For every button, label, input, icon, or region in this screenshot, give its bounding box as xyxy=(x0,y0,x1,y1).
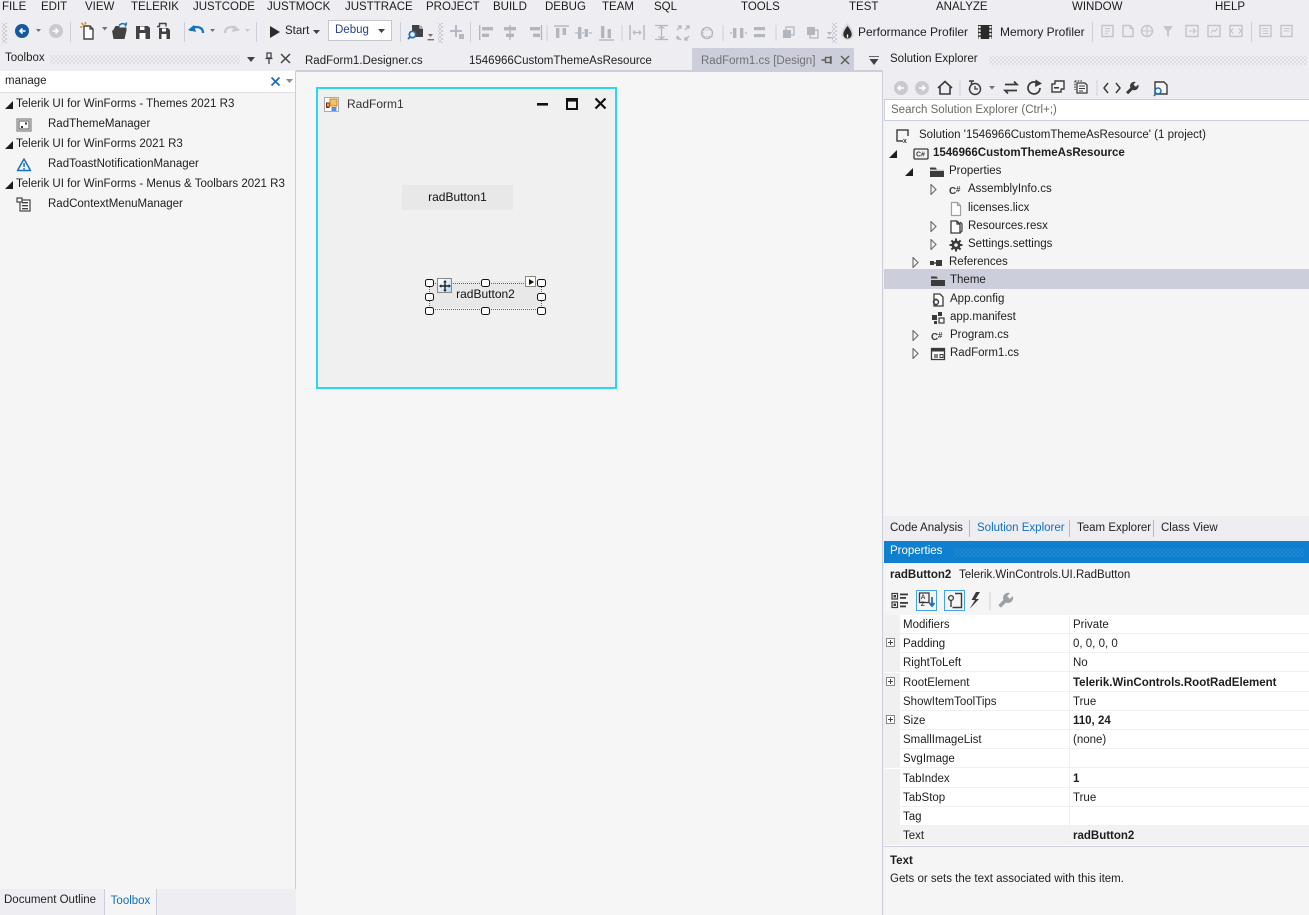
svg-text:#: # xyxy=(956,185,961,194)
svg-text:Z: Z xyxy=(921,601,925,608)
svg-text:C#: C# xyxy=(916,152,925,159)
svg-text:A: A xyxy=(921,594,926,601)
svg-text:#: # xyxy=(938,331,943,340)
svg-text:x: x xyxy=(903,138,907,144)
